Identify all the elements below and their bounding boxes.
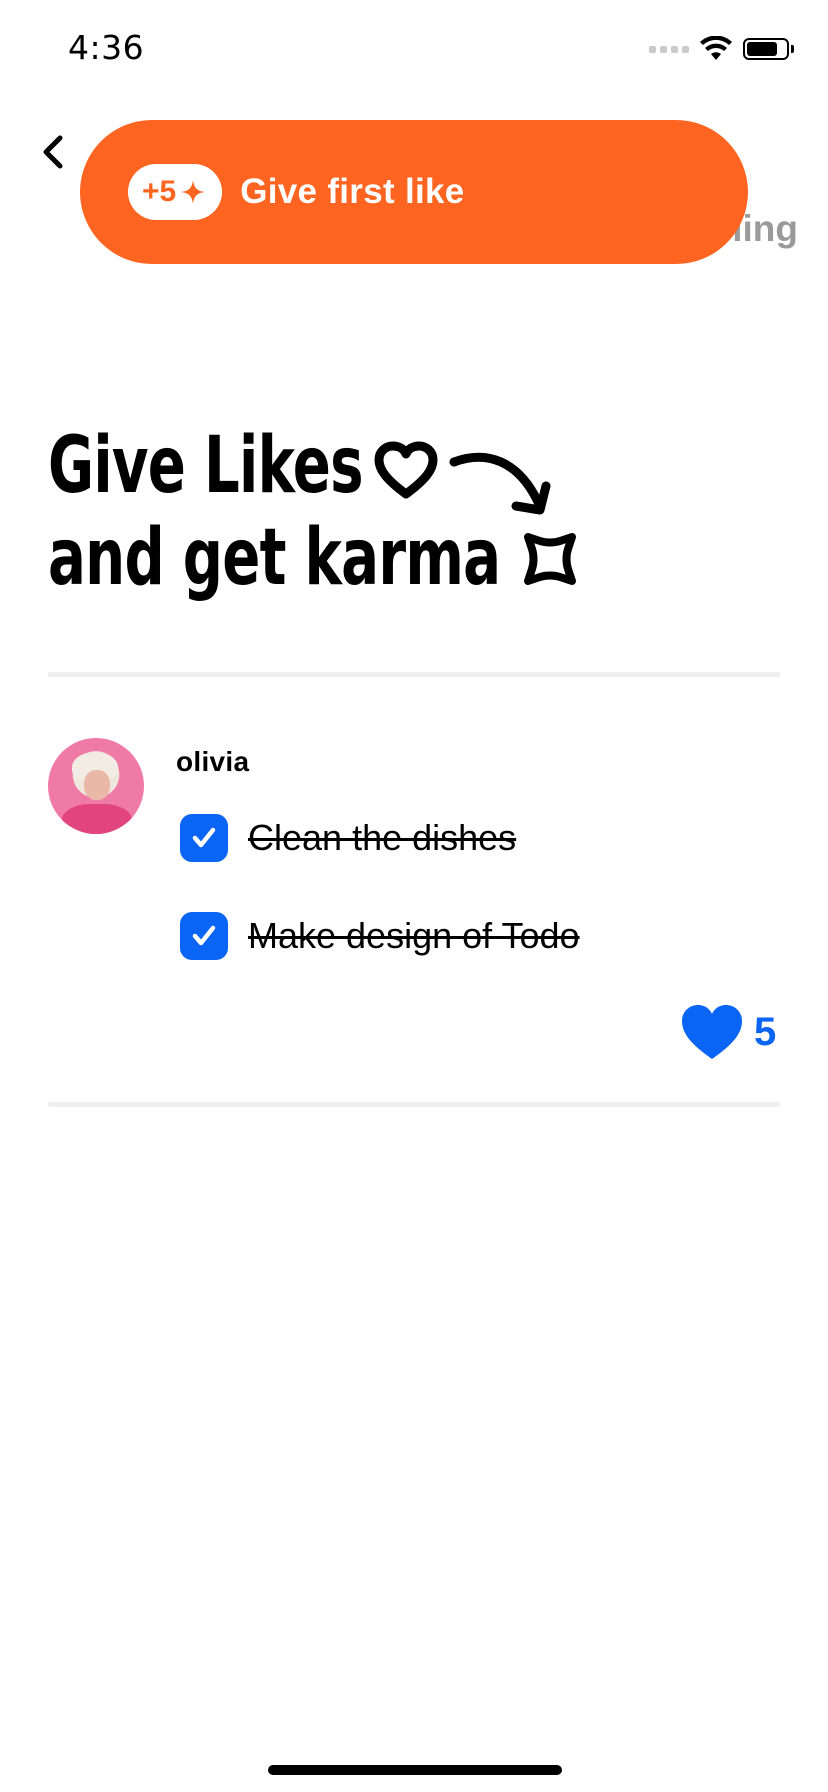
heart-outline-icon	[374, 441, 438, 499]
divider	[48, 672, 780, 677]
avatar[interactable]	[48, 738, 144, 834]
karma-sparkle-icon	[524, 533, 576, 585]
karma-reward-value: +5	[142, 175, 177, 208]
divider	[48, 1102, 780, 1107]
title-line-2: and get karma	[48, 513, 501, 603]
status-time: 4:36	[68, 28, 145, 67]
status-icons	[649, 36, 794, 62]
heart-icon	[682, 1005, 742, 1059]
give-first-like-label: Give first like	[240, 172, 465, 211]
karma-reward-chip: +5	[128, 164, 223, 220]
curved-arrow-icon	[449, 452, 551, 515]
task-label: Make design of Todo	[248, 915, 580, 956]
checkmark-icon	[192, 925, 216, 946]
username[interactable]: olivia	[176, 746, 249, 778]
wifi-icon	[700, 36, 732, 60]
cellular-signal-icon	[649, 45, 689, 53]
give-first-like-button[interactable]: +5 Give first like	[80, 120, 748, 264]
task-item[interactable]: Clean the dishes	[180, 814, 516, 862]
task-checkbox[interactable]	[180, 912, 228, 960]
task-item[interactable]: Make design of Todo	[180, 912, 580, 960]
chevron-left-icon	[43, 135, 63, 169]
battery-icon	[743, 38, 794, 60]
task-checkbox[interactable]	[180, 814, 228, 862]
sparkle-icon	[181, 180, 206, 204]
back-button[interactable]	[36, 130, 72, 174]
like-button[interactable]: 5	[680, 1003, 776, 1061]
task-label: Clean the dishes	[248, 817, 517, 858]
like-count: 5	[754, 1009, 777, 1054]
checkmark-icon	[192, 827, 216, 848]
home-indicator[interactable]	[268, 1765, 562, 1775]
